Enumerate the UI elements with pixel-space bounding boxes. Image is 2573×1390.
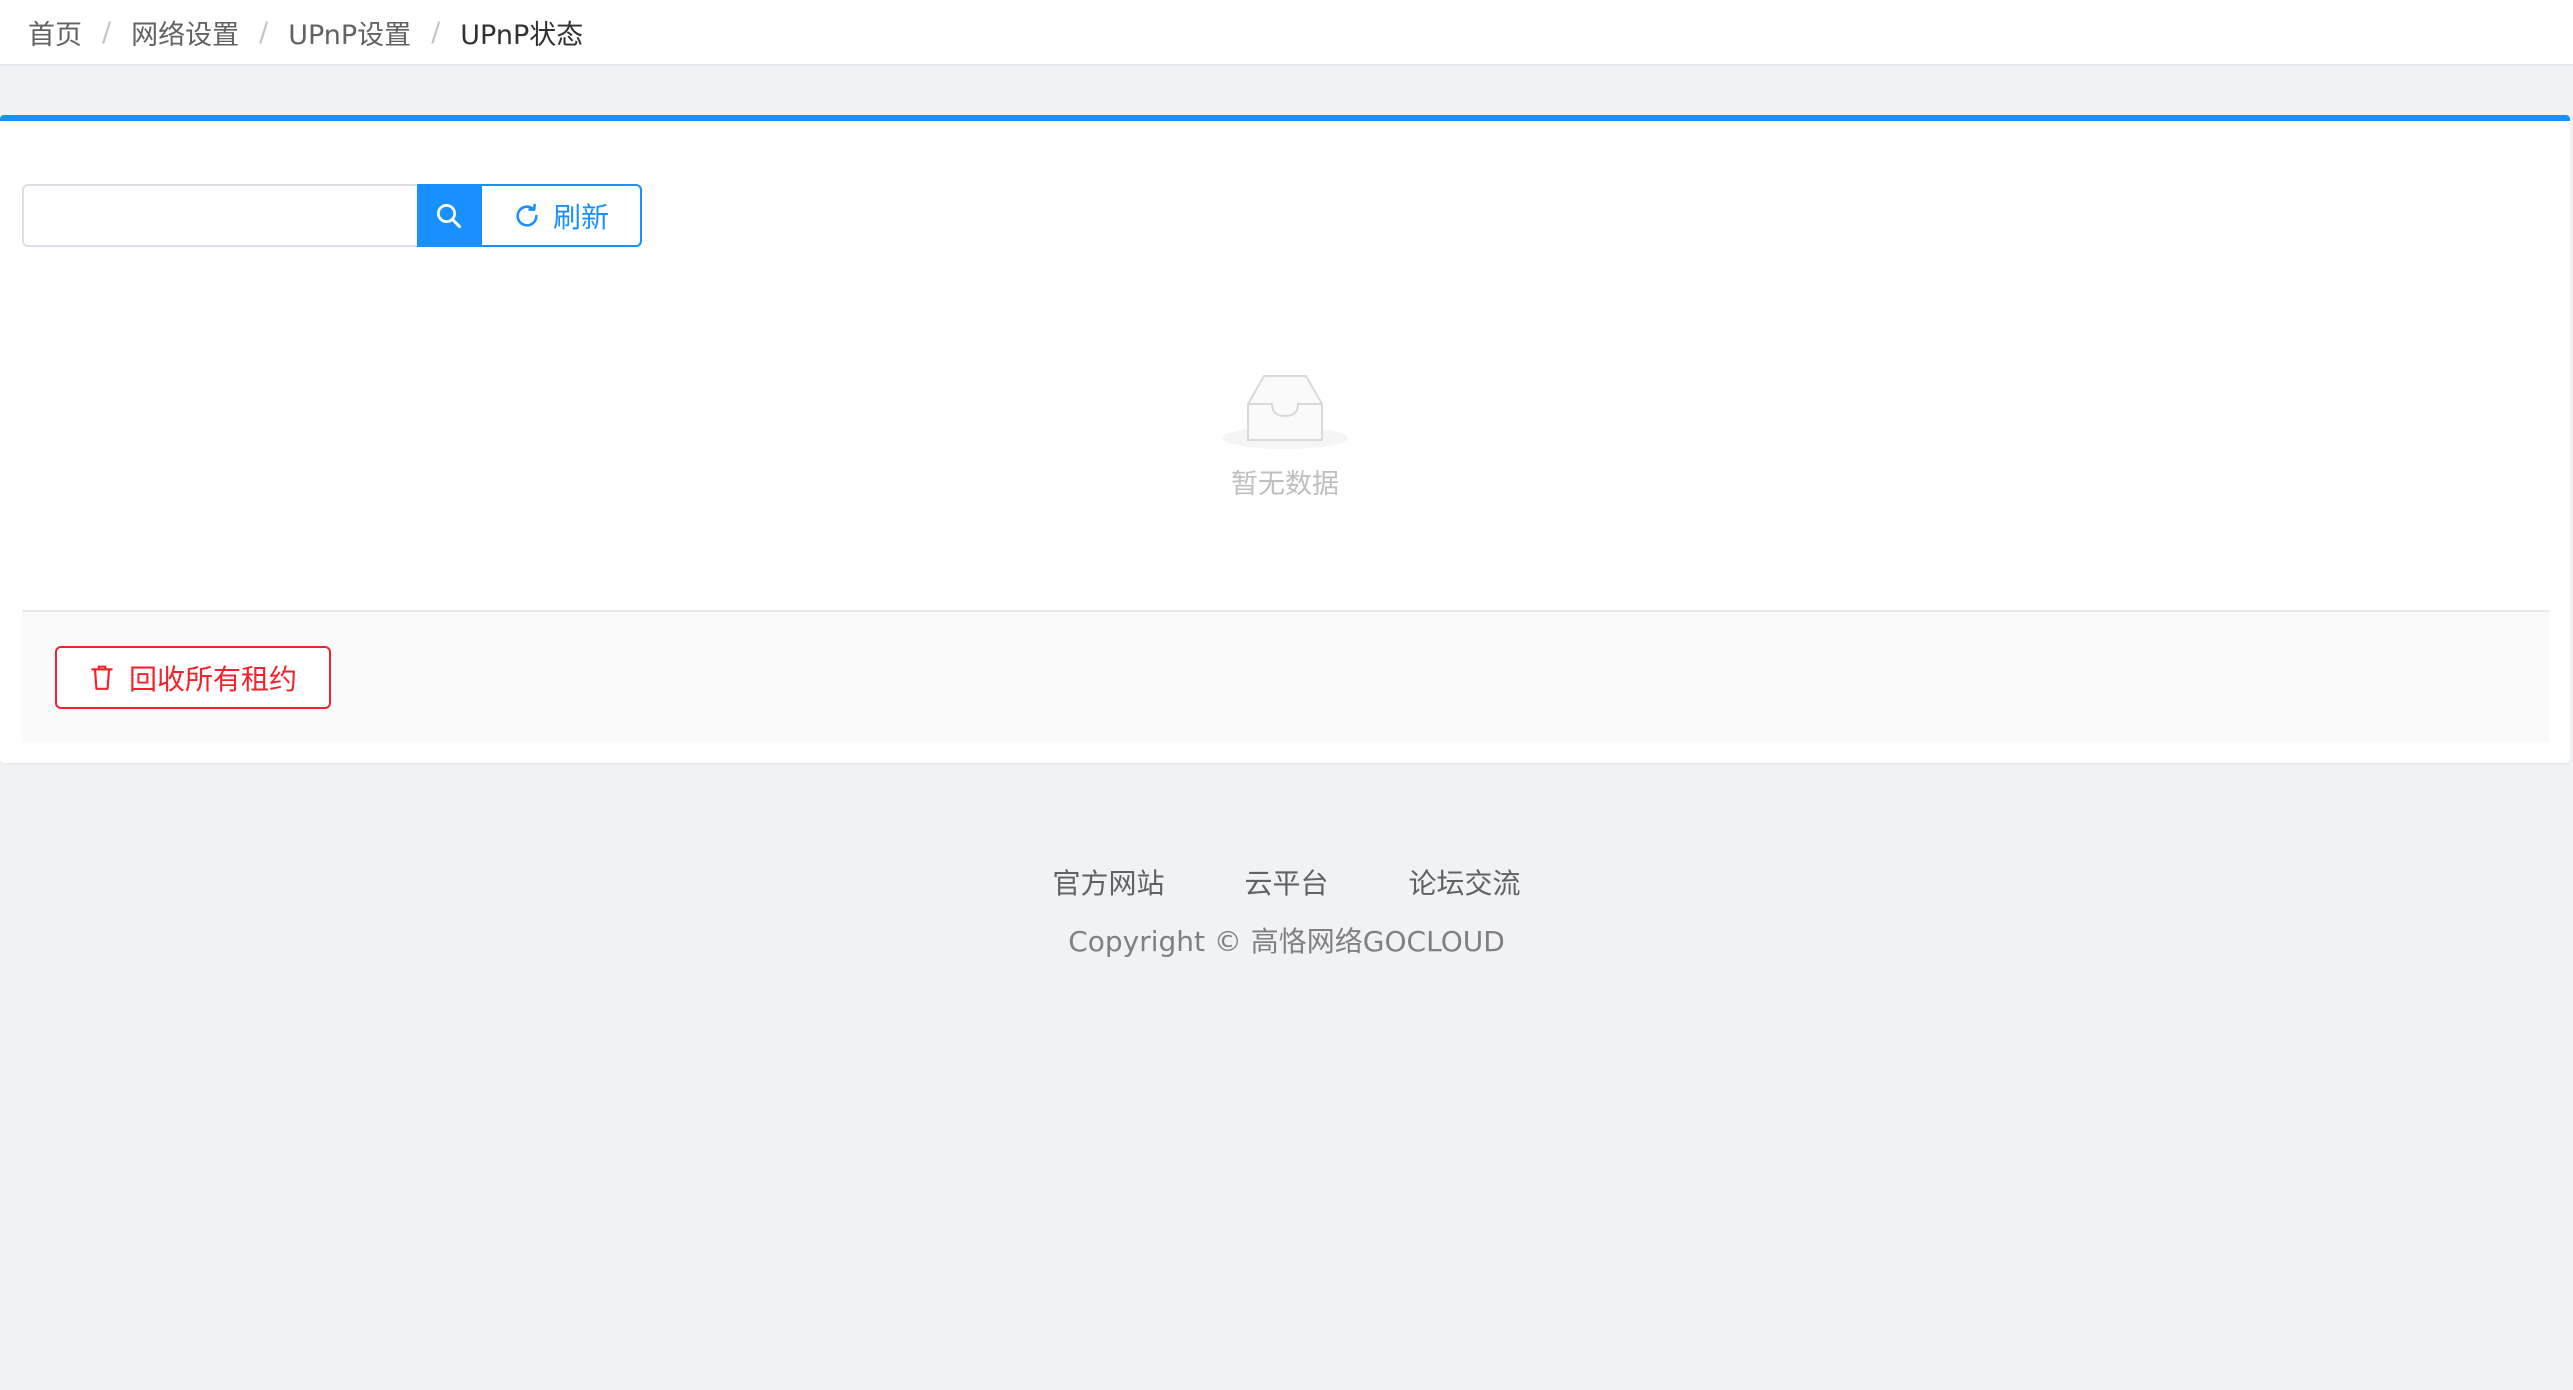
breadcrumb-separator: / — [259, 16, 269, 48]
reclaim-all-leases-label: 回收所有租约 — [128, 662, 297, 696]
breadcrumb-network-settings[interactable]: 网络设置 — [131, 13, 239, 52]
empty-state-text: 暂无数据 — [1231, 469, 1339, 500]
footer-link-official-site[interactable]: 官方网站 — [1052, 862, 1164, 902]
footer-link-forum[interactable]: 论坛交流 — [1409, 862, 1521, 902]
copyright-text: Copyright © 高恪网络GOCLOUD — [1068, 925, 1505, 958]
search-button[interactable] — [417, 184, 480, 247]
breadcrumb-home[interactable]: 首页 — [28, 13, 82, 52]
search-input[interactable] — [22, 184, 417, 247]
footer-links: 官方网站 云平台 论坛交流 — [0, 862, 2573, 902]
empty-inbox-icon — [1222, 375, 1348, 449]
breadcrumb-separator: / — [102, 16, 112, 48]
refresh-icon — [516, 203, 538, 227]
breadcrumb-upnp-status: UPnP状态 — [460, 19, 584, 51]
refresh-button[interactable]: 刷新 — [480, 184, 642, 247]
refresh-button-label: 刷新 — [552, 200, 609, 234]
breadcrumb-upnp-settings[interactable]: UPnP设置 — [288, 13, 411, 52]
upnp-status-card: 刷新 暂无数据 回收所有租约 — [0, 115, 2570, 763]
breadcrumb-separator: / — [431, 16, 441, 48]
trash-icon — [91, 665, 113, 690]
empty-state: 暂无数据 — [0, 366, 2570, 501]
reclaim-all-leases-button[interactable]: 回收所有租约 — [55, 646, 331, 709]
breadcrumb: 首页 / 网络设置 / UPnP设置 / UPnP状态 — [0, 0, 2573, 66]
search-toolbar: 刷新 — [22, 184, 642, 247]
search-icon — [436, 203, 461, 228]
action-bar: 回收所有租约 — [22, 610, 2549, 742]
footer-link-cloud-platform[interactable]: 云平台 — [1244, 862, 1328, 902]
